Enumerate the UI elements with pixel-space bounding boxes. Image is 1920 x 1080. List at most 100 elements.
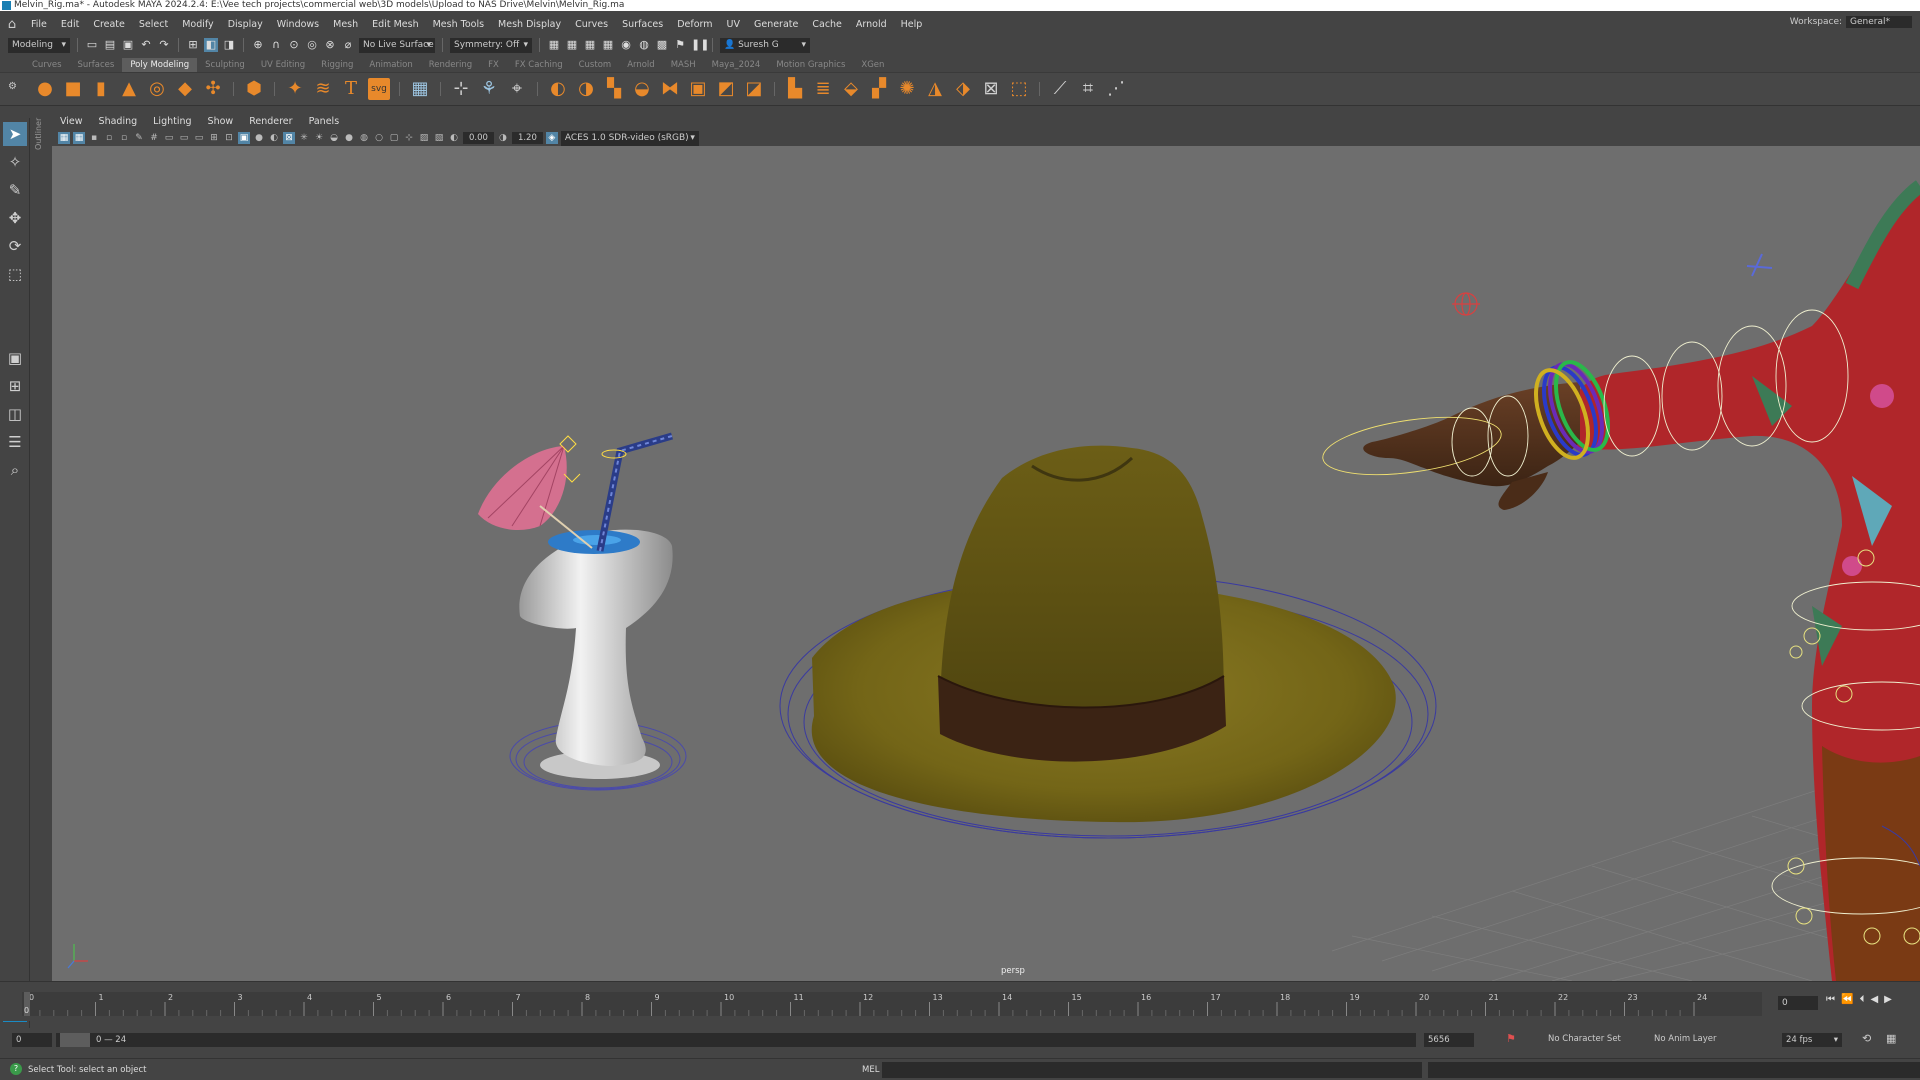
redo-icon[interactable]: ↷ <box>157 38 171 52</box>
extract-icon[interactable]: ⬙ <box>840 78 862 100</box>
menu-cache[interactable]: Cache <box>805 19 849 30</box>
bookmark-icon[interactable]: ▪ <box>88 132 100 144</box>
gamma-field[interactable]: 1.20 <box>511 132 543 144</box>
duplicate-face-icon[interactable]: ▞ <box>868 78 890 100</box>
time-slider[interactable]: 0 1 2 3 4 5 6 7 8 9 10 11 12 13 14 15 16 17 18 19 20 21 22 23 24… <box>0 981 1920 1021</box>
outliner-tab[interactable]: Outliner <box>34 118 43 150</box>
camera-attr-icon[interactable]: ▦ <box>73 132 85 144</box>
home-icon[interactable]: ⌂ <box>0 17 24 32</box>
search-icon[interactable]: ⌕ <box>3 458 27 482</box>
shelf-tab-custom[interactable]: Custom <box>571 58 620 72</box>
field-chart-icon[interactable]: ⊞ <box>208 132 220 144</box>
ipr-render-icon[interactable]: ▦ <box>583 38 597 52</box>
sphere-icon[interactable]: ● <box>34 78 56 100</box>
motion-blur-icon[interactable]: ◍ <box>358 132 370 144</box>
menu-mesh[interactable]: Mesh <box>326 19 365 30</box>
arnold-render-icon[interactable]: ◍ <box>637 38 651 52</box>
lasso-tool-icon[interactable]: ✧ <box>3 150 27 174</box>
rotate-tool-icon[interactable]: ⟳ <box>3 234 27 258</box>
shelf-gear-icon[interactable]: ⚙ <box>8 81 17 92</box>
render-frame-icon[interactable]: ▦ <box>547 38 561 52</box>
undo-icon[interactable]: ↶ <box>139 38 153 52</box>
menu-edit-mesh[interactable]: Edit Mesh <box>365 19 425 30</box>
safe-action-icon[interactable]: ⊡ <box>223 132 235 144</box>
command-language-label[interactable]: MEL <box>862 1065 879 1075</box>
step-back-key-icon[interactable]: ⏴ <box>1859 994 1864 1005</box>
panel-menu-renderer[interactable]: Renderer <box>241 114 300 130</box>
wireframe-icon[interactable]: ▣ <box>238 132 250 144</box>
end-time-field[interactable]: 5656 <box>1424 1033 1474 1047</box>
menu-curves[interactable]: Curves <box>568 19 615 30</box>
panel-menu-lighting[interactable]: Lighting <box>145 114 199 130</box>
new-scene-icon[interactable]: ▭ <box>85 38 99 52</box>
poke-icon[interactable]: ◮ <box>924 78 946 100</box>
command-line-input[interactable] <box>882 1062 1422 1078</box>
weld-icon[interactable]: ⬚ <box>1008 78 1030 100</box>
lights-icon[interactable]: ☀ <box>313 132 325 144</box>
shelf-tab-arnold[interactable]: Arnold <box>619 58 663 72</box>
textured-icon[interactable]: ✳ <box>298 132 310 144</box>
default-material-icon[interactable]: ◐ <box>268 132 280 144</box>
type-icon[interactable]: T <box>340 78 362 100</box>
shelf-tab-fx-caching[interactable]: FX Caching <box>507 58 571 72</box>
smooth-icon[interactable]: ▚ <box>603 78 625 100</box>
snap-surface-icon[interactable]: ⊗ <box>323 38 337 52</box>
shelf-tab-poly-modeling[interactable]: Poly Modeling <box>122 58 198 72</box>
chamfer-icon[interactable]: ⬗ <box>952 78 974 100</box>
save-scene-icon[interactable]: ▣ <box>121 38 135 52</box>
snap-curve-icon[interactable]: ∩ <box>269 38 283 52</box>
color-management-icon[interactable]: ◈ <box>545 132 558 144</box>
svg-icon[interactable]: svg <box>368 78 390 100</box>
menu-file[interactable]: File <box>24 19 54 30</box>
shelf-tab-fx[interactable]: FX <box>480 58 507 72</box>
loop-icon[interactable]: ⟲ <box>1862 1032 1871 1045</box>
color-space-dropdown[interactable]: ACES 1.0 SDR-video (sRGB) <box>560 130 699 146</box>
extrude-icon[interactable]: ▣ <box>687 78 709 100</box>
pause-render-icon[interactable]: ❚❚ <box>691 38 709 52</box>
shelf-tab-animation[interactable]: Animation <box>361 58 420 72</box>
paint-select-icon[interactable]: ✎ <box>3 178 27 202</box>
menu-select[interactable]: Select <box>132 19 175 30</box>
anim-prefs-icon[interactable]: ▦ <box>1886 1032 1896 1045</box>
menu-arnold[interactable]: Arnold <box>849 19 894 30</box>
select-camera-icon[interactable]: ▦ <box>58 132 70 144</box>
time-slider-track[interactable]: 0 1 2 3 4 5 6 7 8 9 10 11 12 13 14 15 16 17 18 19 20 21 22 23 24… <box>22 992 1762 1016</box>
step-back-icon[interactable]: ⏪ <box>1841 994 1853 1005</box>
panel-menu-show[interactable]: Show <box>200 114 242 130</box>
open-scene-icon[interactable]: ▤ <box>103 38 117 52</box>
render-seq-icon[interactable]: ▦ <box>565 38 579 52</box>
snap-view-icon[interactable]: ◎ <box>305 38 319 52</box>
film-gate-icon[interactable]: ▭ <box>163 132 175 144</box>
exposure-field[interactable]: 0.00 <box>463 132 494 144</box>
menu-display[interactable]: Display <box>221 19 270 30</box>
grease-pencil-icon[interactable]: ✎ <box>133 132 145 144</box>
shelf-tab-sculpting[interactable]: Sculpting <box>197 58 253 72</box>
shelf-tab-uv-editing[interactable]: UV Editing <box>253 58 313 72</box>
viewport-persp[interactable]: persp <box>52 146 1920 981</box>
combine-icon[interactable]: ◐ <box>547 78 569 100</box>
cylinder-icon[interactable]: ▮ <box>90 78 112 100</box>
render-view-icon[interactable]: ▩ <box>655 38 669 52</box>
image-plane-icon[interactable]: ▫ <box>103 132 115 144</box>
select-component-icon[interactable]: ◨ <box>222 38 236 52</box>
select-vertex-icon[interactable]: ⊹ <box>450 78 472 100</box>
grid-icon[interactable]: # <box>148 132 160 144</box>
lasso-icon[interactable]: ⚘ <box>478 78 500 100</box>
gate-mask-icon[interactable]: ▭ <box>193 132 205 144</box>
menu-deform[interactable]: Deform <box>670 19 719 30</box>
menu-uv[interactable]: UV <box>720 19 747 30</box>
panel-menu-shading[interactable]: Shading <box>91 114 146 130</box>
fps-dropdown[interactable]: 24 fps <box>1782 1033 1842 1047</box>
bevel-icon[interactable]: ◪ <box>743 78 765 100</box>
xray-active-icon[interactable]: ▨ <box>418 132 430 144</box>
move-tool-icon[interactable]: ✥ <box>3 206 27 230</box>
shadows-icon[interactable]: ◒ <box>328 132 340 144</box>
mirror-icon[interactable]: ⧓ <box>659 78 681 100</box>
outliner-layout-icon[interactable]: ☰ <box>3 430 27 454</box>
current-frame-field[interactable]: 0 <box>1778 996 1818 1010</box>
menu-help[interactable]: Help <box>894 19 930 30</box>
play-forwards-icon[interactable]: ▶ <box>1884 994 1892 1005</box>
symmetry-dropdown[interactable]: Symmetry: Off <box>450 37 532 53</box>
menuset-dropdown[interactable]: Modeling <box>8 37 70 53</box>
live-surface-dropdown[interactable]: No Live Surface <box>359 37 435 53</box>
